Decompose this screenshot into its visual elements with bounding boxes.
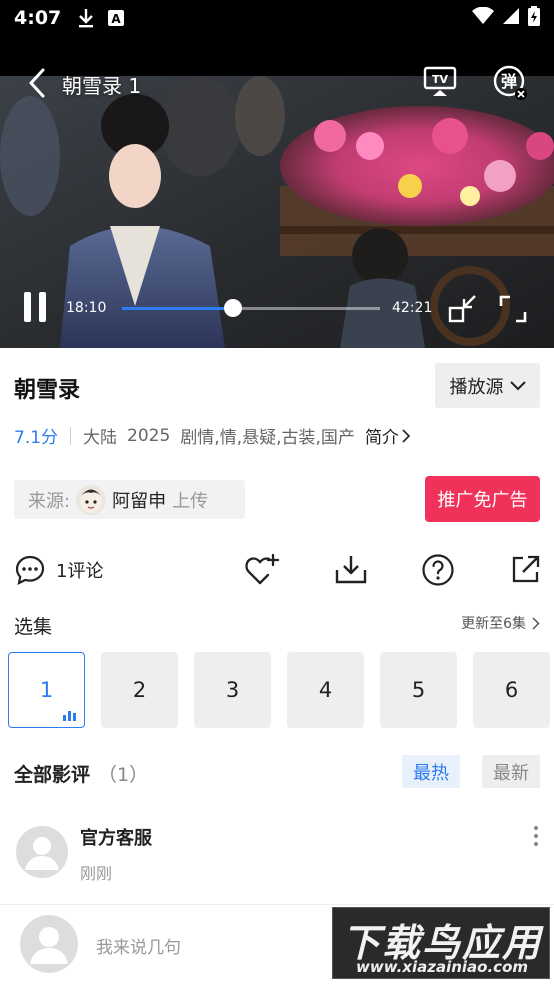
cast-tv-label: TV [432, 73, 449, 86]
episodes-update-link[interactable]: 更新至6集 [461, 613, 540, 633]
episode-number: 3 [225, 678, 240, 702]
signal-icon [502, 7, 520, 29]
review-author[interactable]: 官方客服 [80, 824, 152, 850]
tab-newest[interactable]: 最新 [482, 755, 540, 788]
promo-ad-free-button[interactable]: 推广免广告 [425, 476, 540, 522]
episode-item[interactable]: 3 [194, 652, 271, 728]
status-time: 4:07 [14, 7, 62, 29]
uploader-label: 来源: [28, 490, 71, 512]
status-bar: 4:07 A [0, 0, 554, 36]
back-button[interactable] [22, 66, 52, 100]
show-title: 朝雪录 [14, 378, 81, 403]
danmaku-toggle-button[interactable]: 弹 [492, 64, 530, 106]
share-button[interactable] [509, 548, 541, 592]
total-time: 42:21 [392, 300, 433, 316]
uploader-suffix: 上传 [172, 490, 209, 512]
avatar [20, 915, 78, 973]
episode-item[interactable]: 5 [380, 652, 457, 728]
avatar[interactable] [16, 826, 68, 878]
comment-button[interactable]: 1评论 [14, 548, 103, 592]
reviews-heading-label: 全部影评 [14, 764, 91, 786]
episodes-update-text: 更新至6集 [461, 616, 526, 632]
comment-icon [15, 555, 45, 585]
episode-number: 1 [39, 678, 54, 702]
progress-track[interactable] [122, 299, 380, 317]
progress-knob[interactable] [223, 299, 242, 317]
pause-icon-bar [39, 292, 46, 322]
episode-item[interactable]: 1 [8, 652, 85, 728]
now-playing-icon [63, 711, 76, 721]
help-icon [422, 554, 454, 586]
intro-link[interactable]: 简介 [365, 423, 411, 448]
reviews-count: （1） [98, 764, 149, 786]
chevron-right-icon [402, 428, 411, 443]
a-notification-icon: A [107, 9, 125, 27]
play-source-label: 播放源 [449, 376, 504, 398]
player-title: 朝雪录 1 [62, 74, 142, 98]
episode-item[interactable]: 6 [473, 652, 550, 728]
video-player[interactable]: 朝雪录 1 TV 弹 18:10 42:21 [0, 36, 554, 348]
episodes-heading: 选集 [14, 616, 53, 638]
watermark-logo: 下载鸟应用 www.xiazainiao.com [332, 907, 550, 979]
uploader-name: 阿留申 [112, 490, 167, 512]
download-icon [77, 8, 95, 28]
comment-count: 1评论 [56, 561, 104, 582]
help-button[interactable] [421, 548, 455, 592]
action-bar: 1评论 [0, 548, 554, 592]
pause-icon-bar [24, 292, 31, 322]
comment-input[interactable]: 我来说几句 [96, 933, 181, 958]
svg-text:A: A [112, 12, 122, 26]
show-region: 大陆 [83, 428, 118, 448]
show-year: 2025 [127, 425, 171, 446]
uploader-badge[interactable]: 来源: 阿留申 上传 [14, 480, 245, 519]
episode-number: 2 [132, 678, 147, 702]
watermark-url: www.xiazainiao.com [355, 958, 529, 976]
review-time: 刚刚 [80, 864, 113, 883]
battery-icon [528, 6, 540, 30]
favorite-add-icon [245, 553, 280, 585]
episode-number: 5 [411, 678, 426, 702]
show-genres: 剧情,情,悬疑,古装,国产 [180, 428, 355, 448]
download-icon [335, 556, 367, 584]
uploader-avatar [76, 484, 107, 515]
tab-hottest[interactable]: 最热 [402, 755, 460, 788]
share-icon [512, 555, 540, 583]
episode-number: 6 [504, 678, 519, 702]
episode-number: 4 [318, 678, 333, 702]
show-score: 7.1分 [14, 428, 59, 448]
divider [70, 426, 72, 445]
progress-fill [122, 307, 233, 310]
more-options-icon[interactable] [532, 826, 540, 846]
show-meta: 7.1分 大陆 2025 剧情,情,悬疑,古装,国产 简介 [14, 423, 411, 448]
current-time: 18:10 [66, 300, 107, 316]
episode-item[interactable]: 4 [287, 652, 364, 728]
intro-label: 简介 [364, 428, 399, 448]
play-source-button[interactable]: 播放源 [435, 363, 540, 408]
download-button[interactable] [334, 548, 368, 592]
episode-item[interactable]: 2 [101, 652, 178, 728]
reviews-heading: 全部影评 （1） [14, 760, 148, 787]
exit-fullscreen-button[interactable] [448, 294, 478, 328]
chevron-right-icon [532, 616, 540, 630]
chevron-down-icon [509, 375, 526, 396]
danmaku-label: 弹 [501, 72, 517, 91]
favorite-add-button[interactable] [244, 548, 280, 592]
fullscreen-button[interactable] [498, 294, 528, 328]
review-item: 官方客服 刚刚 [0, 820, 554, 900]
pause-button[interactable] [24, 292, 54, 324]
episode-list: 1 2 3 4 5 6 [8, 652, 550, 728]
cast-tv-button[interactable]: TV [423, 66, 457, 102]
wifi-icon [472, 6, 494, 29]
